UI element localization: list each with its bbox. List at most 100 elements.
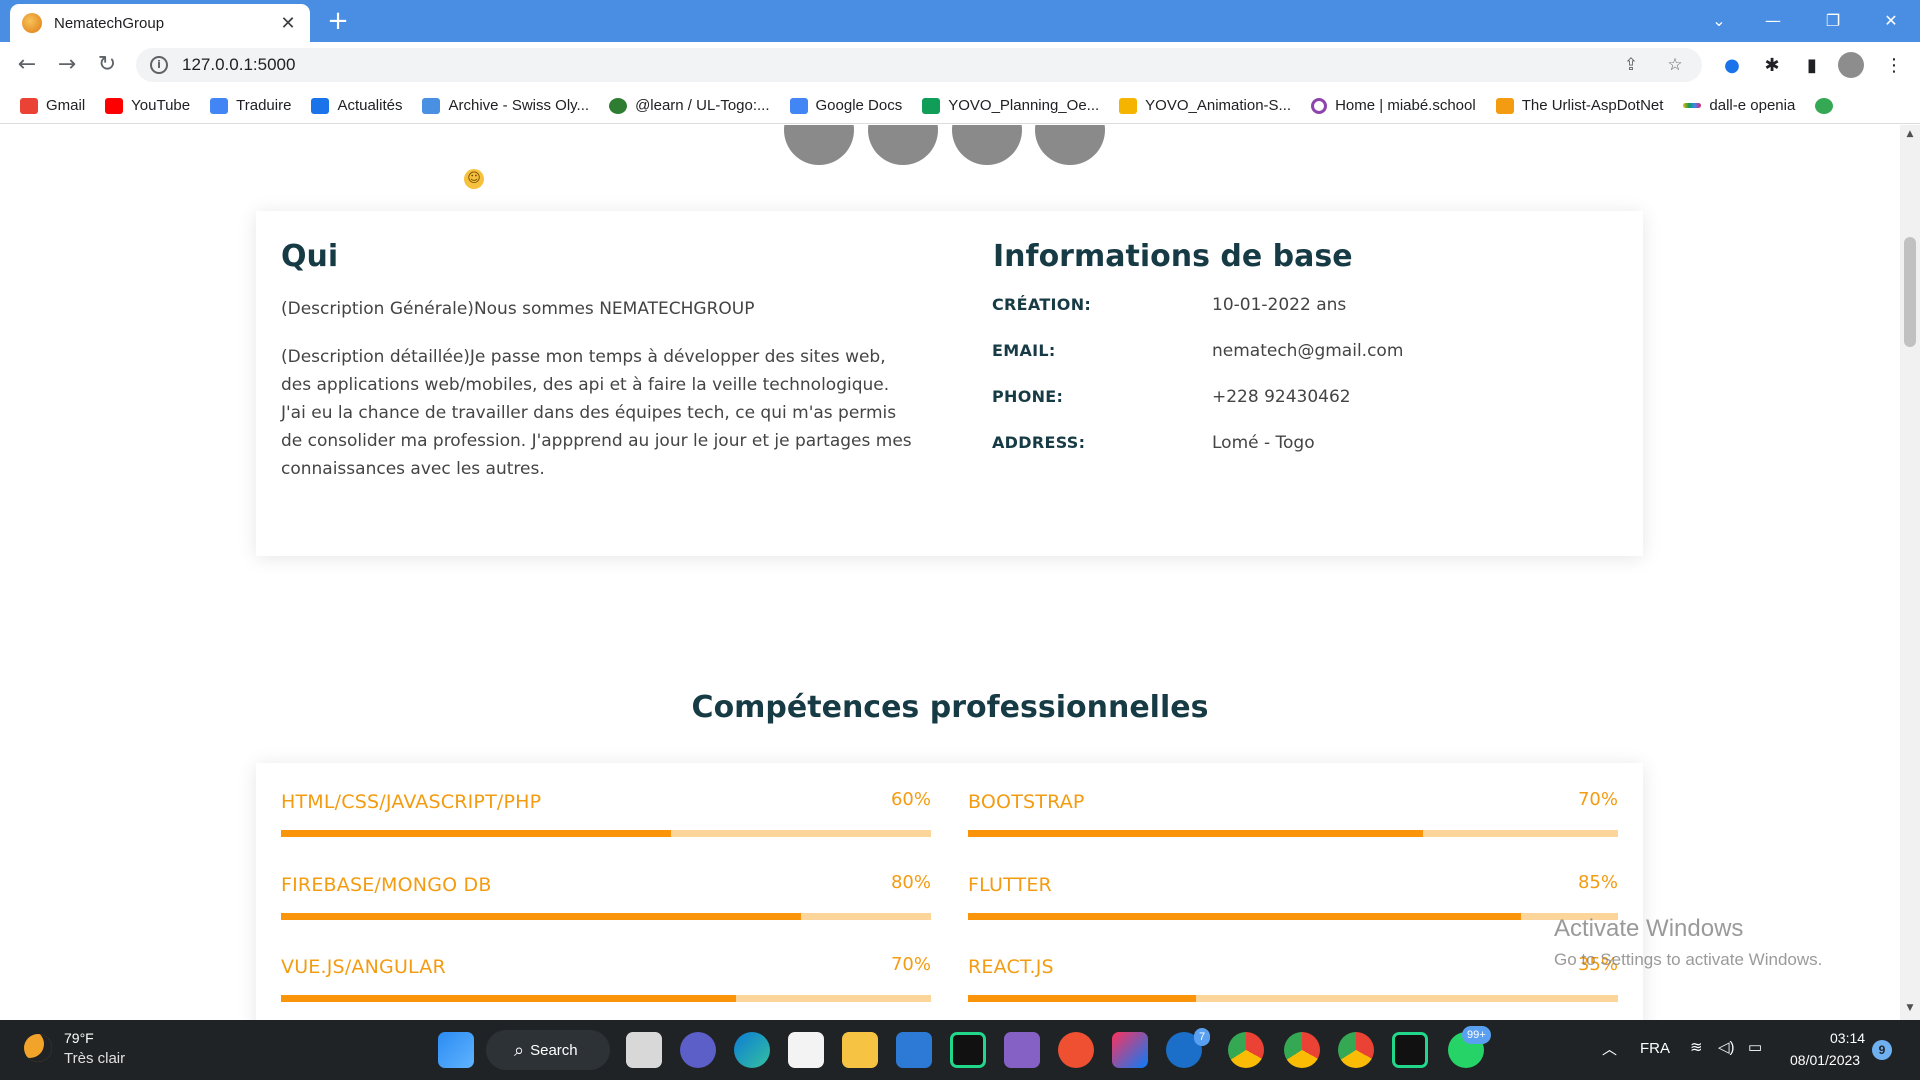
profile-avatar-icon[interactable] [1838,52,1864,78]
side-panel-icon[interactable]: ▮ [1798,52,1826,80]
tab-search-icon[interactable]: ⌄ [1694,4,1744,38]
skill-progress-track [281,995,931,1002]
bookmark-google-docs[interactable]: Google Docs [789,97,902,114]
task-view-icon[interactable] [626,1032,662,1068]
scroll-down-icon[interactable]: ▼ [1904,1003,1916,1013]
info-label: ADDRESS: [992,433,1086,452]
skill-name: FIREBASE/MONGO DB [281,874,492,896]
volume-icon[interactable]: ◁) [1718,1038,1735,1056]
browser-tab[interactable]: NematechGroup ✕ [10,4,310,42]
search-icon: ⌕ [514,1039,525,1060]
chrome-profile-2-icon[interactable] [1338,1032,1374,1068]
back-arrow-icon[interactable]: ← [12,50,42,80]
input-language[interactable]: FRA [1640,1040,1670,1057]
notification-count[interactable]: 9 [1872,1040,1892,1060]
windows-taskbar: 79°F Très clair ⌕ Search 7 99+ ︿ FRA ≋ ◁… [0,1020,1920,1080]
file-explorer-icon[interactable] [842,1032,878,1068]
wifi-icon[interactable]: ≋ [1690,1038,1703,1056]
vscode-badge: 7 [1194,1028,1211,1046]
pycharm-icon[interactable] [950,1032,986,1068]
bookmark-youtube[interactable]: YouTube [105,97,190,114]
site-info-icon[interactable]: i [150,56,168,74]
skill-item: BOOTSTRAP 70% [968,789,1618,859]
share-icon[interactable]: ⇪ [1618,55,1644,75]
minimize-button[interactable]: — [1748,4,1798,38]
youtube-icon [105,97,124,114]
bookmark-learn[interactable]: @learn / UL-Togo:... [609,97,770,114]
bookmark-gmail[interactable]: Gmail [20,97,85,114]
edge-icon[interactable] [734,1032,770,1068]
archive-icon [422,97,441,114]
about-heading: Qui [281,239,339,274]
show-hidden-icons-chevron-icon[interactable]: ︿ [1602,1038,1617,1059]
address-bar[interactable]: i 127.0.0.1:5000 ⇪ ☆ [136,48,1702,82]
site-favicon-icon [22,13,42,33]
slides-icon [1119,97,1138,114]
skills-card: HTML/CSS/JAVASCRIPT/PHP 60% BOOTSTRAP 70… [256,763,1643,1020]
close-window-button[interactable]: ✕ [1866,4,1916,38]
teams-chat-icon[interactable] [680,1032,716,1068]
whatsapp-badge: 99+ [1462,1026,1491,1044]
urlist-icon [1495,97,1514,114]
taskbar-search-button[interactable]: ⌕ Search [486,1030,610,1070]
bookmark-miabe[interactable]: Home | miabé.school [1311,97,1476,114]
ms-store-icon[interactable] [788,1032,824,1068]
bookmark-star-icon[interactable]: ☆ [1662,55,1688,75]
intellij-icon[interactable] [1112,1032,1148,1068]
git-icon[interactable] [1058,1032,1094,1068]
battery-icon[interactable]: ▭ [1748,1038,1762,1056]
bookmark-dalle[interactable]: dall-e openia [1683,97,1795,114]
menu-kebab-icon[interactable]: ⋮ [1880,52,1908,80]
skill-item: REACT.JS 35% [968,954,1618,1020]
pycharm-2-icon[interactable] [1392,1032,1428,1068]
bookmark-more[interactable] [1815,97,1841,114]
new-tab-button[interactable]: + [322,6,354,38]
reload-icon[interactable]: ↻ [92,50,122,80]
scroll-up-icon[interactable]: ▲ [1904,129,1916,139]
extensions-puzzle-icon[interactable]: ✱ [1758,52,1786,80]
skill-percent: 70% [1577,789,1618,810]
skill-name: REACT.JS [968,956,1054,978]
activate-windows-title: Activate Windows [1554,915,1744,942]
restore-button[interactable]: ❐ [1808,4,1858,38]
clock-time[interactable]: 03:14 [1830,1030,1865,1046]
chrome-icon[interactable] [1228,1032,1264,1068]
skill-percent: 80% [890,872,931,893]
info-value: 10-01-2022 ans [1212,295,1347,315]
sheets-icon [922,97,941,114]
bookmark-archive[interactable]: Archive - Swiss Oly... [422,97,589,114]
mail-icon[interactable] [896,1032,932,1068]
info-label: CRÉATION: [992,295,1092,314]
page-scrollbar[interactable]: ▲ ▼ [1900,125,1920,1020]
visual-studio-icon[interactable] [1004,1032,1040,1068]
page-viewport: ☺ Qui (Description Générale)Nous sommes … [0,125,1900,1020]
scrollbar-thumb[interactable] [1904,237,1916,347]
facebook-icon[interactable] [784,125,854,165]
instagram-icon[interactable] [1035,125,1105,165]
linkedin-icon[interactable] [952,125,1022,165]
bookmark-yovo-planning[interactable]: YOVO_Planning_Oe... [922,97,1099,114]
forward-arrow-icon[interactable]: → [52,50,82,80]
clock-date[interactable]: 08/01/2023 [1790,1052,1860,1068]
skill-progress-fill [281,913,801,920]
skill-item: FIREBASE/MONGO DB 80% [281,872,931,942]
twitter-icon[interactable] [868,125,938,165]
info-row-address: ADDRESS: Lomé - Togo [992,433,1632,463]
weather-moon-icon[interactable] [24,1034,52,1062]
url-text[interactable]: 127.0.0.1:5000 [182,55,1600,75]
bookmark-actualites[interactable]: Actualités [311,97,402,114]
bookmark-yovo-animation[interactable]: YOVO_Animation-S... [1119,97,1291,114]
chrome-profile-icon[interactable] [1284,1032,1320,1068]
extension-s-icon[interactable]: ● [1718,52,1746,80]
bookmark-traduire[interactable]: Traduire [210,97,291,114]
skill-percent: 60% [890,789,931,810]
skill-progress-track [968,995,1618,1002]
weather-description[interactable]: Très clair [64,1050,125,1067]
skill-name: FLUTTER [968,874,1052,896]
close-tab-icon[interactable]: ✕ [278,13,298,34]
info-label: EMAIL: [992,341,1056,360]
info-heading: Informations de base [993,239,1353,274]
weather-temperature[interactable]: 79°F [64,1030,94,1046]
bookmark-urlist[interactable]: The Urlist-AspDotNet [1495,97,1663,114]
start-windows-icon[interactable] [438,1032,474,1068]
